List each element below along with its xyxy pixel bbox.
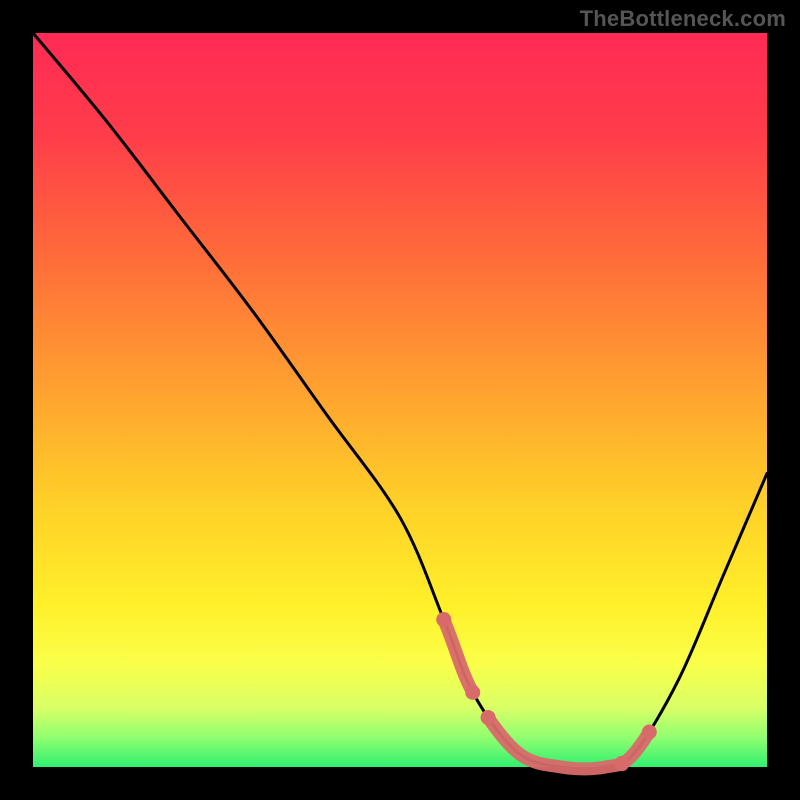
plot-area <box>33 33 767 767</box>
chart-stage: TheBottleneck.com <box>0 0 800 800</box>
bottleneck-chart <box>0 0 800 800</box>
